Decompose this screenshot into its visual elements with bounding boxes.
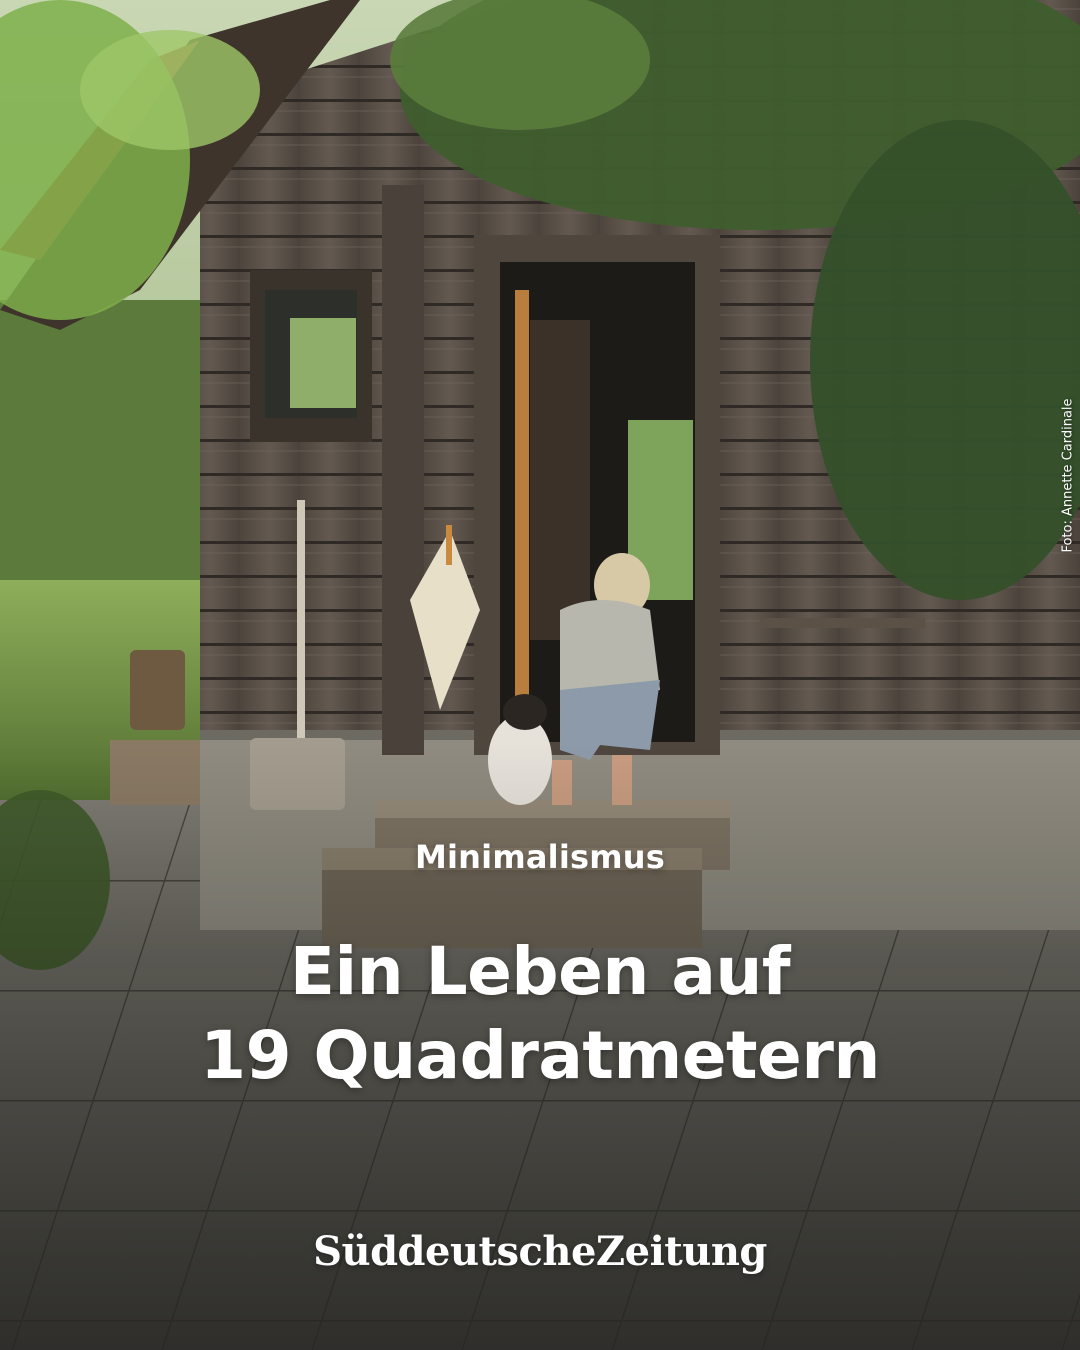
post-card: Minimalismus Ein Leben auf 19 Quadratmet… <box>0 0 1080 1350</box>
photo-credit-text: Foto: Annette Cardinale <box>1060 398 1076 553</box>
headline-line-2: 19 Quadratmetern <box>200 1017 880 1094</box>
headline: Ein Leben auf 19 Quadratmetern <box>0 930 1080 1098</box>
cabin-photo <box>0 0 1080 1350</box>
headline-line-1: Ein Leben auf <box>289 933 791 1010</box>
brand-logo: SüddeutscheZeitung <box>313 1228 767 1275</box>
kicker: Minimalismus <box>414 838 666 876</box>
photo-credit: Foto: Annette Cardinale <box>1058 378 1076 578</box>
